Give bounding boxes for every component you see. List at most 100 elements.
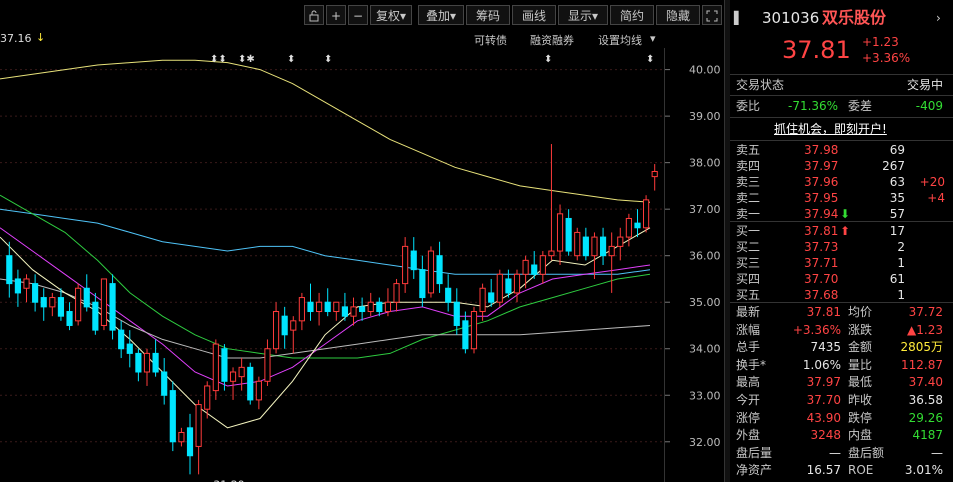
candle-body [281, 315, 288, 336]
candle-body [591, 236, 598, 257]
axis-tick-label: 32.00 [689, 436, 721, 449]
ask-row[interactable]: 卖四 37.97 267 [730, 158, 953, 174]
chart-subbar: 37.16 ↓ 可转债 融资融券 设置均线 ▾ [0, 30, 664, 48]
margin-trading-link[interactable]: 融资融券 [530, 32, 574, 48]
candle-body [625, 217, 632, 238]
stat-value: 37.40 [908, 375, 943, 390]
candle-body [66, 311, 73, 326]
candle-body [238, 366, 245, 378]
fuquan-dropdown[interactable]: 复权▾ [370, 5, 412, 25]
ma-line-cyan [0, 208, 651, 275]
ask-price: 37.98 [804, 143, 839, 157]
stat-value: 3.01% [904, 463, 943, 478]
stat-value: 37.81 [806, 305, 841, 319]
stats-row: 盘后量 — 盘后额 — [730, 445, 953, 461]
candle-body [83, 287, 90, 308]
bid-price: 37.73 [804, 240, 839, 254]
weibi-value: -71.36% [788, 99, 839, 113]
open-account-link[interactable]: 抓住机会，即刻开户! [774, 121, 887, 137]
candle-body [548, 250, 555, 257]
ask-level-label: 卖一 [736, 207, 761, 221]
zoom-out-button[interactable]: − [348, 5, 368, 25]
convertible-bond-link[interactable]: 可转债 [474, 32, 507, 48]
candle-body [247, 366, 254, 401]
stat-label: 最高 [736, 375, 761, 390]
ask-row[interactable]: 卖一 37.94 57 ⬇ [730, 206, 953, 222]
stat-label: 盘后额 [848, 445, 885, 460]
lock-icon[interactable] [304, 5, 324, 25]
menu-icon[interactable]: ▌ [734, 6, 743, 30]
stats-row: 换手* 1.06% 量比 112.87 [730, 357, 953, 373]
stat-label: 最新 [736, 305, 761, 319]
event-marker: ⬍ [646, 54, 654, 65]
hide-button[interactable]: 隐藏 [656, 5, 700, 25]
axis-tick-label: 33.00 [689, 389, 721, 402]
stat-label: 昨收 [848, 393, 873, 407]
axis-tick-label: 36.00 [689, 250, 721, 263]
stat-value: — [829, 445, 841, 460]
stat-value: 4187 [912, 428, 943, 443]
stat-label: 涨停 [736, 410, 761, 425]
stat-label: 内盘 [848, 428, 873, 443]
candle-body [212, 343, 219, 392]
bid-level-label: 买二 [736, 240, 761, 254]
candle-body [49, 297, 56, 308]
bid-row[interactable]: 买二 37.73 2 [730, 239, 953, 255]
bid-row[interactable]: 买四 37.70 61 [730, 271, 953, 287]
candle-body [229, 371, 237, 382]
candle-body [359, 306, 366, 313]
stats-row: 总手 7435 金额 2805万 [730, 339, 953, 355]
event-marker: ⬍✱ [238, 54, 255, 65]
candle-body [453, 301, 460, 326]
stats-row: 最高 37.97 最低 37.40 [730, 374, 953, 390]
candle-body [427, 250, 435, 294]
candle-body [419, 269, 426, 299]
bid-row[interactable]: 买三 37.71 1 [730, 255, 953, 271]
chips-button[interactable]: 筹码 [466, 5, 510, 25]
event-marker: ⬍ [544, 54, 552, 65]
candle-body [574, 231, 581, 257]
fuquan-label: 复权 [375, 9, 400, 23]
ask-row[interactable]: 卖三 37.96 63 +20 [730, 174, 953, 190]
bid-row[interactable]: 买一 37.81 17 ⬆ [730, 223, 953, 239]
ask-volume: 69 [889, 143, 905, 157]
overlay-dropdown[interactable]: 叠加▾ [418, 5, 464, 25]
ask-row[interactable]: 卖二 37.95 35 +4 [730, 190, 953, 206]
stat-value: 7435 [810, 340, 841, 355]
simple-button[interactable]: 简约 [610, 5, 654, 25]
bid-level-label: 买三 [736, 256, 761, 270]
kline-chart[interactable]: ←31.29⬍⬍⬍✱⬍⬍⬍⬍ [0, 48, 664, 482]
bid-volume: 1 [897, 256, 905, 270]
stat-value: 2805万 [900, 340, 943, 355]
draw-line-button[interactable]: 画线 [512, 5, 556, 25]
candle-body [341, 306, 348, 317]
stat-label: 今开 [736, 393, 761, 407]
candle-body [565, 217, 572, 252]
candle-body [118, 329, 125, 350]
stats-row: 外盘 3248 内盘 4187 [730, 427, 953, 443]
candle-body [496, 273, 503, 303]
zoom-in-button[interactable]: + [326, 5, 346, 25]
ask-volume: 57 [889, 207, 905, 221]
stat-value: — [931, 445, 943, 460]
stat-value: 37.70 [806, 393, 841, 407]
price-change: +1.23 [862, 35, 899, 49]
stat-value: 112.87 [901, 357, 943, 372]
fullscreen-icon[interactable] [702, 5, 722, 25]
display-dropdown[interactable]: 显示▾ [558, 5, 608, 25]
candle-body [505, 278, 512, 294]
bid-row[interactable]: 买五 37.68 1 [730, 287, 953, 303]
bid-price: 37.70 [804, 272, 839, 286]
ask-price: 37.96 [804, 175, 839, 189]
stat-value: 3248 [810, 428, 841, 443]
axis-tick-label: 35.00 [689, 296, 721, 309]
chevron-right-icon[interactable]: › [936, 6, 941, 30]
candle-body [23, 278, 30, 289]
candle-body [126, 343, 133, 354]
ma-settings-link[interactable]: 设置均线 [598, 32, 642, 48]
axis-tick-label: 37.00 [689, 203, 721, 216]
ask-row[interactable]: 卖五 37.98 69 [730, 142, 953, 158]
current-price: 37.81 [782, 36, 851, 64]
ask-level-label: 卖二 [736, 191, 761, 205]
candle-body [608, 245, 615, 257]
